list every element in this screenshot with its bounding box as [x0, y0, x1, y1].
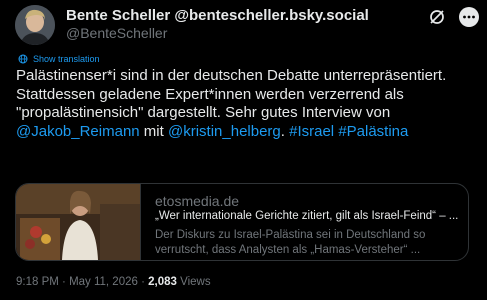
post-date[interactable]: May 11, 2026	[69, 276, 138, 288]
post-period: .	[280, 122, 290, 140]
post-connector: mit	[139, 122, 168, 140]
post-meta: 9:18 PM · May 11, 2026 · 2,083 Views	[16, 276, 211, 288]
link-card[interactable]: etosmedia.de „Wer internationale Gericht…	[15, 183, 469, 261]
meta-separator: ·	[137, 276, 149, 288]
avatar[interactable]	[15, 5, 55, 45]
tweet: Bente Scheller @bentescheller.bsky.socia…	[0, 0, 487, 300]
card-domain: etosmedia.de	[155, 193, 240, 209]
post-line-1: Palästinenser*i sind in der deutschen De…	[16, 67, 447, 84]
more-options-icon[interactable]	[458, 6, 480, 28]
card-title: „Wer internationale Gerichte zitiert, gi…	[155, 210, 459, 222]
author-name-row[interactable]: Bente Scheller @bentescheller.bsky.socia…	[66, 7, 369, 24]
meta-separator: ·	[58, 276, 70, 288]
post-line-2: Stattdessen geladene Expert*innen werden…	[16, 85, 404, 103]
show-translation-label: Show translation	[33, 54, 100, 64]
views-label: Views	[176, 276, 211, 288]
post-text: Palästinenser*i sind in der deutschen De…	[16, 67, 476, 141]
views-count: 2,083	[148, 276, 177, 288]
card-description: Der Diskurs zu Israel-Palästina sei in D…	[155, 229, 426, 256]
card-thumbnail	[16, 184, 141, 260]
author-handle[interactable]: @BenteScheller	[66, 25, 167, 41]
mention-jakob-reimann[interactable]: @Jakob_Reimann	[16, 123, 140, 140]
avatar-image	[15, 5, 55, 45]
author-name[interactable]: Bente Scheller	[66, 7, 170, 24]
post-line-4: @Jakob_Reimann mit @kristin_helberg. #Is…	[16, 123, 476, 142]
post-line-3: "propalästinensich" dargestellt. Sehr gu…	[16, 104, 391, 121]
post-time[interactable]: 9:18 PM	[16, 276, 59, 288]
author-verified-handle[interactable]: @bentescheller.bsky.social	[174, 7, 368, 24]
grok-icon[interactable]	[428, 8, 446, 26]
mention-kristin-helberg[interactable]: @kristin_helberg	[168, 123, 281, 140]
hashtag-palaestina[interactable]: #Palästina	[338, 123, 408, 140]
hashtag-israel[interactable]: #Israel	[289, 123, 334, 140]
show-translation-button[interactable]: Show translation	[18, 54, 100, 64]
globe-icon	[18, 54, 28, 64]
